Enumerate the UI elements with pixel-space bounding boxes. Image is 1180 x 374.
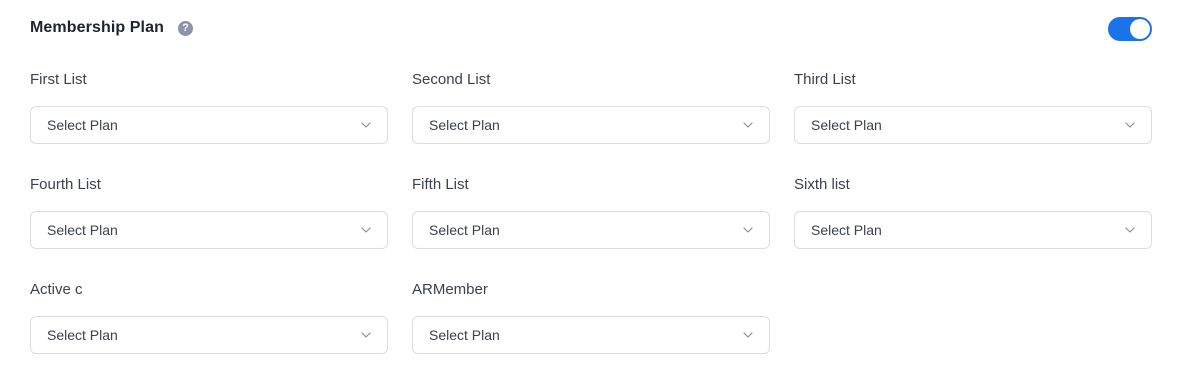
section-header: Membership Plan ?	[30, 16, 193, 40]
chevron-down-icon	[361, 120, 371, 130]
field-active-c: Active c Select Plan	[30, 280, 388, 354]
toggle-knob	[1130, 19, 1150, 39]
field-label: Sixth list	[794, 176, 850, 193]
select-value: Select Plan	[47, 327, 118, 343]
chevron-down-icon	[361, 225, 371, 235]
armember-select[interactable]: Select Plan	[412, 316, 770, 354]
field-label: ARMember	[412, 281, 488, 298]
field-label: Fourth List	[30, 176, 101, 193]
select-value: Select Plan	[811, 117, 882, 133]
field-second-list: Second List Select Plan	[412, 70, 770, 144]
sixth-list-select[interactable]: Select Plan	[794, 211, 1152, 249]
chevron-down-icon	[1125, 120, 1135, 130]
field-label: Fifth List	[412, 176, 469, 193]
select-value: Select Plan	[429, 327, 500, 343]
chevron-down-icon	[1125, 225, 1135, 235]
chevron-down-icon	[361, 330, 371, 340]
help-icon[interactable]: ?	[177, 20, 193, 36]
second-list-select[interactable]: Select Plan	[412, 106, 770, 144]
field-third-list: Third List Select Plan	[794, 70, 1152, 144]
section-title: Membership Plan	[30, 19, 164, 36]
chevron-down-icon	[743, 225, 753, 235]
select-value: Select Plan	[47, 222, 118, 238]
field-label: Second List	[412, 71, 491, 88]
membership-plan-panel: Membership Plan ? First List Select Plan…	[0, 0, 1180, 374]
field-first-list: First List Select Plan	[30, 70, 388, 144]
fifth-list-select[interactable]: Select Plan	[412, 211, 770, 249]
select-value: Select Plan	[47, 117, 118, 133]
select-value: Select Plan	[429, 117, 500, 133]
active-c-select[interactable]: Select Plan	[30, 316, 388, 354]
fourth-list-select[interactable]: Select Plan	[30, 211, 388, 249]
field-fourth-list: Fourth List Select Plan	[30, 175, 388, 249]
membership-plan-toggle[interactable]	[1108, 17, 1152, 41]
field-label: Third List	[794, 71, 856, 88]
field-fifth-list: Fifth List Select Plan	[412, 175, 770, 249]
select-value: Select Plan	[811, 222, 882, 238]
field-label: Active c	[30, 281, 83, 298]
first-list-select[interactable]: Select Plan	[30, 106, 388, 144]
field-label: First List	[30, 71, 87, 88]
select-value: Select Plan	[429, 222, 500, 238]
third-list-select[interactable]: Select Plan	[794, 106, 1152, 144]
chevron-down-icon	[743, 120, 753, 130]
field-sixth-list: Sixth list Select Plan	[794, 175, 1152, 249]
field-armember: ARMember Select Plan	[412, 280, 770, 354]
chevron-down-icon	[743, 330, 753, 340]
